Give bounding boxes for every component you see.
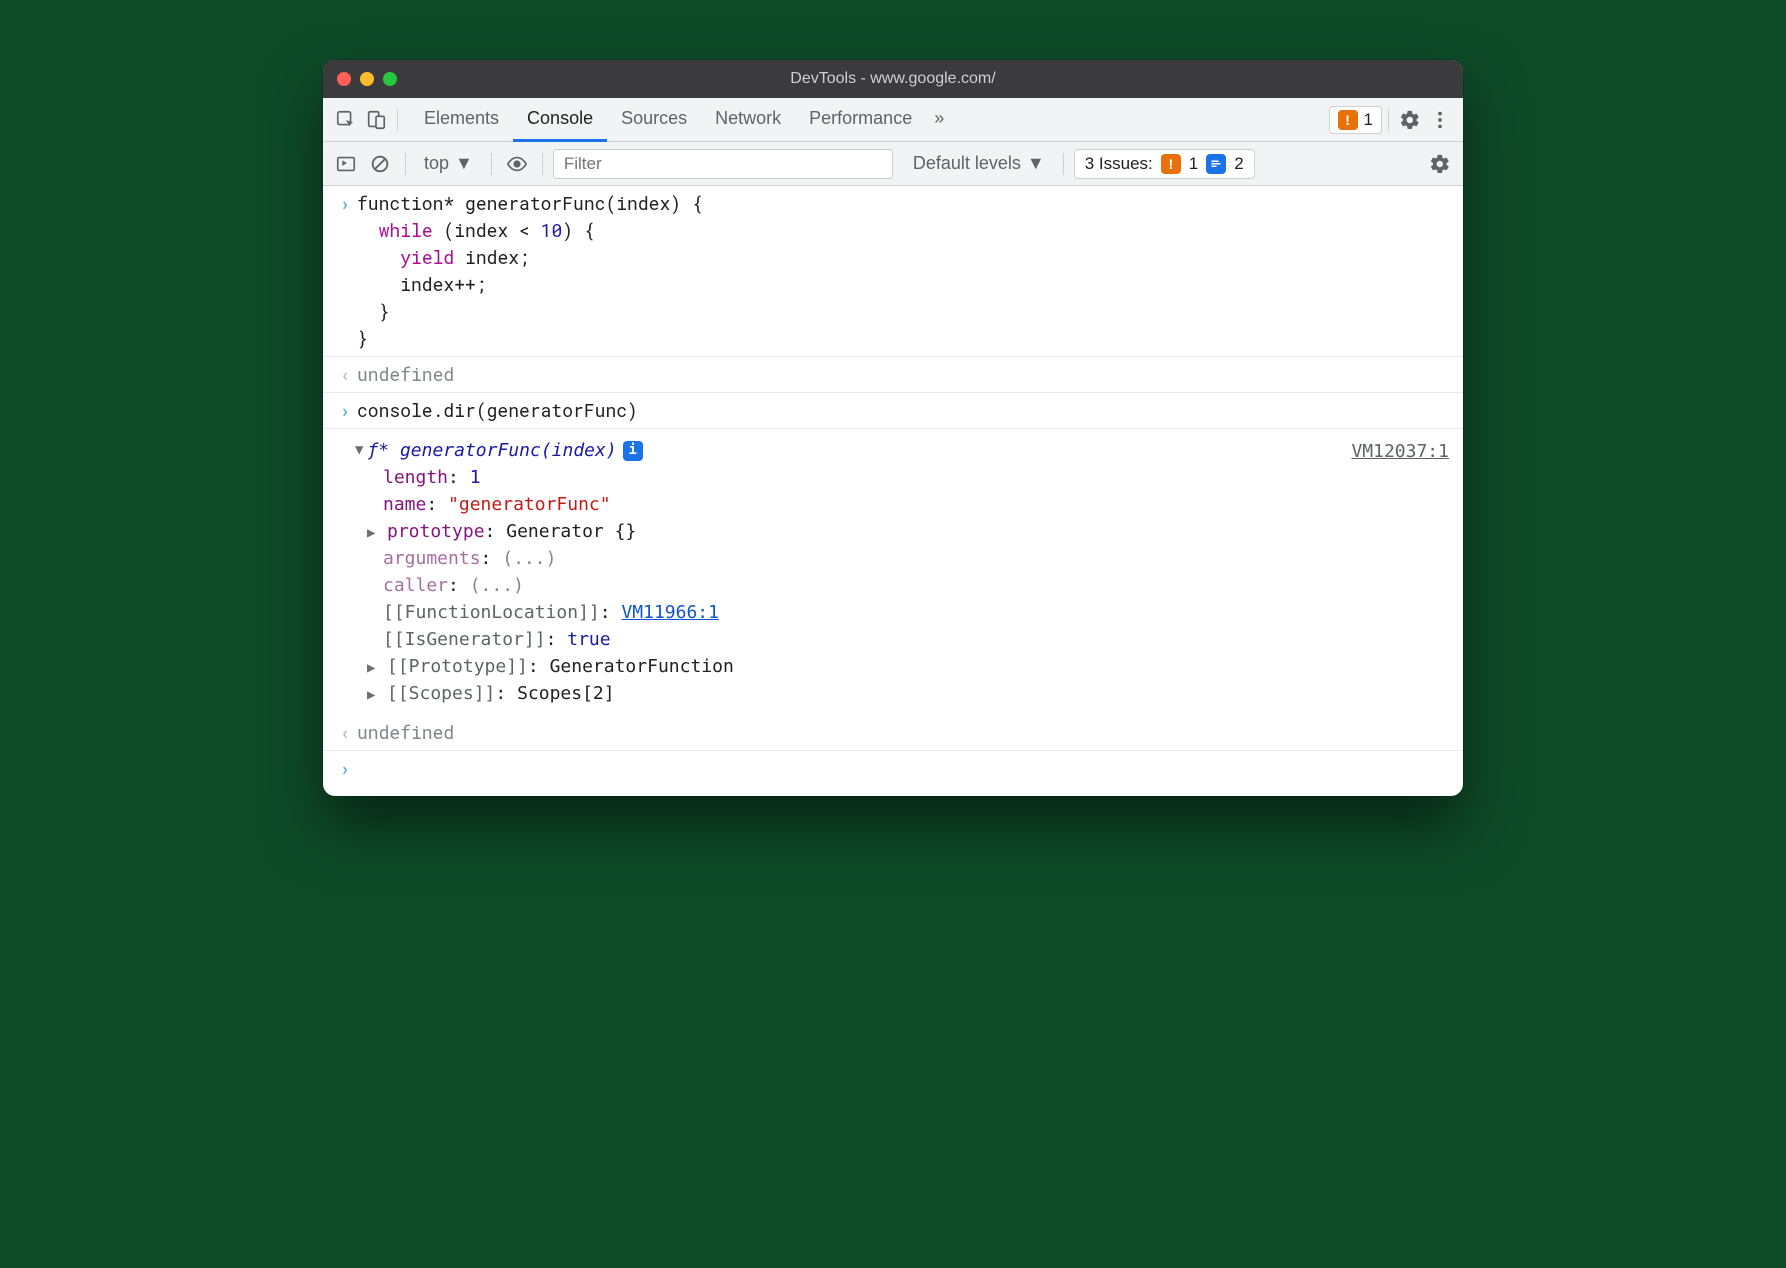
console-prompt[interactable]: [323, 751, 1463, 796]
prop-prototype-internal[interactable]: [[Prototype]]: GeneratorFunction: [355, 653, 1341, 680]
prop-arguments[interactable]: arguments: (...): [355, 545, 1341, 572]
panel-tabs-bar: Elements Console Sources Network Perform…: [323, 98, 1463, 142]
execution-context-select[interactable]: top ▼: [416, 149, 481, 179]
show-sidebar-icon[interactable]: [331, 149, 361, 179]
execution-context-label: top: [424, 153, 449, 174]
issues-badge[interactable]: ! 1: [1329, 106, 1382, 134]
filter-input-wrap: [553, 149, 893, 179]
devtools-window: DevTools - www.google.com/ Elements Cons…: [323, 60, 1463, 796]
divider: [1388, 109, 1389, 131]
disclosure-triangle-icon[interactable]: [355, 440, 363, 461]
chevron-down-icon: ▼: [1027, 153, 1045, 174]
console-undefined: undefined: [357, 361, 1453, 388]
divider: [542, 153, 543, 175]
prop-scopes[interactable]: [[Scopes]]: Scopes[2]: [355, 680, 1341, 707]
tab-sources[interactable]: Sources: [607, 98, 701, 142]
prop-name[interactable]: name: "generatorFunc": [355, 491, 1341, 518]
console-toolbar: top ▼ Default levels ▼ 3 Issues: ! 1 2: [323, 142, 1463, 186]
info-icon: [1206, 154, 1226, 174]
console-undefined: undefined: [357, 719, 1453, 746]
chevron-down-icon: ▼: [455, 153, 473, 174]
divider: [1063, 153, 1064, 175]
disclosure-triangle-icon[interactable]: [367, 658, 383, 679]
zoom-window-button[interactable]: [383, 72, 397, 86]
source-link[interactable]: VM12037:1: [1351, 441, 1449, 462]
divider: [397, 109, 398, 131]
tab-elements[interactable]: Elements: [410, 98, 513, 142]
vm-link[interactable]: VM11966:1: [621, 602, 719, 623]
divider: [491, 153, 492, 175]
object-signature: ƒ* generatorFunc(index): [367, 437, 616, 464]
live-expression-eye-icon[interactable]: [502, 149, 532, 179]
console-entry-input[interactable]: function* generatorFunc(index) { while (…: [323, 186, 1463, 357]
issues-badge-count: 1: [1364, 110, 1373, 130]
tab-console[interactable]: Console: [513, 98, 607, 142]
console-code: console.dir(generatorFunc): [357, 397, 1453, 424]
inspect-element-icon[interactable]: [331, 105, 361, 135]
object-header[interactable]: ƒ* generatorFunc(index) i: [355, 437, 1341, 464]
prop-length[interactable]: length: 1: [355, 464, 1341, 491]
window-title: DevTools - www.google.com/: [323, 70, 1463, 88]
info-badge-icon[interactable]: i: [623, 441, 643, 461]
console-entry-output: undefined: [323, 715, 1463, 751]
settings-gear-icon[interactable]: [1395, 105, 1425, 135]
prop-caller[interactable]: caller: (...): [355, 572, 1341, 599]
console-prompt-input[interactable]: [357, 755, 1453, 782]
log-levels-select[interactable]: Default levels ▼: [905, 149, 1053, 179]
panel-tabs: Elements Console Sources Network Perform…: [410, 98, 952, 142]
tabs-overflow[interactable]: »: [926, 98, 952, 142]
issues-info-count: 2: [1234, 154, 1243, 174]
tab-network[interactable]: Network: [701, 98, 795, 142]
console-entry-dir: ƒ* generatorFunc(index) i length: 1 name…: [323, 429, 1463, 715]
issues-summary[interactable]: 3 Issues: ! 1 2: [1074, 149, 1255, 179]
console-settings-gear-icon[interactable]: [1425, 149, 1455, 179]
log-levels-label: Default levels: [913, 153, 1021, 174]
console-code: function* generatorFunc(index) { while (…: [357, 190, 1453, 352]
input-marker-icon: [333, 190, 357, 352]
more-menu-icon[interactable]: [1425, 105, 1455, 135]
disclosure-triangle-icon[interactable]: [367, 685, 383, 706]
device-toolbar-icon[interactable]: [361, 105, 391, 135]
issues-label: 3 Issues:: [1085, 154, 1153, 174]
issues-warn-count: 1: [1189, 154, 1198, 174]
titlebar: DevTools - www.google.com/: [323, 60, 1463, 98]
traffic-lights: [337, 72, 397, 86]
output-marker-icon: [333, 719, 357, 746]
close-window-button[interactable]: [337, 72, 351, 86]
divider: [405, 153, 406, 175]
minimize-window-button[interactable]: [360, 72, 374, 86]
prop-prototype[interactable]: prototype: Generator {}: [355, 518, 1341, 545]
prompt-marker-icon: [333, 755, 357, 782]
console-entry-input[interactable]: console.dir(generatorFunc): [323, 393, 1463, 429]
prop-function-location[interactable]: [[FunctionLocation]]: VM11966:1: [355, 599, 1341, 626]
tab-performance[interactable]: Performance: [795, 98, 926, 142]
input-marker-icon: [333, 397, 357, 424]
warning-icon: !: [1338, 110, 1358, 130]
console-entry-output: undefined: [323, 357, 1463, 393]
warning-icon: !: [1161, 154, 1181, 174]
output-marker-icon: [333, 361, 357, 388]
prop-is-generator[interactable]: [[IsGenerator]]: true: [355, 626, 1341, 653]
disclosure-triangle-icon[interactable]: [367, 523, 383, 544]
filter-input[interactable]: [562, 153, 884, 175]
console-body: function* generatorFunc(index) { while (…: [323, 186, 1463, 796]
clear-console-icon[interactable]: [365, 149, 395, 179]
